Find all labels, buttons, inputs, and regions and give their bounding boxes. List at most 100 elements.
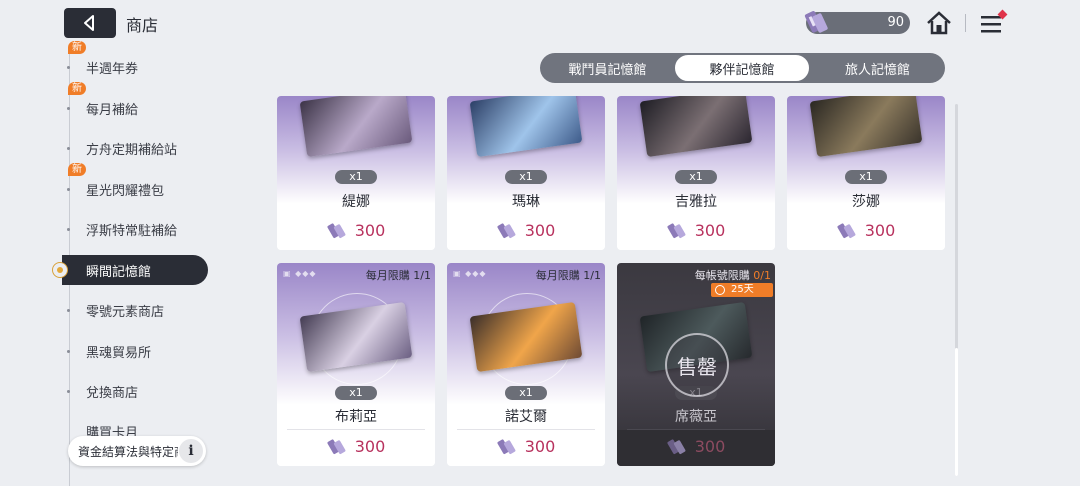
quantity-label: x1	[505, 170, 547, 184]
purchase-limit: 每月限購 1/1	[535, 269, 601, 282]
product-card[interactable]: x1 吉雅拉 300	[617, 96, 775, 250]
sidebar-item-label: 零號元素商店	[86, 305, 165, 320]
character-portrait	[469, 96, 583, 158]
purchase-limit-label: 每帳號限購	[694, 269, 754, 282]
sidebar-item-monthly-card[interactable]: 購買卡月	[56, 420, 206, 436]
sidebar-item-element-shop[interactable]: 零號元素商店	[56, 295, 206, 325]
selected-indicator-icon	[52, 262, 68, 278]
crystal-currency-icon	[837, 222, 856, 238]
sold-out-stamp: 售罄	[665, 333, 729, 397]
bullet-icon	[67, 390, 70, 393]
back-button[interactable]	[64, 8, 116, 38]
sidebar-item-memory-hall[interactable]: 瞬間記憶館	[52, 255, 208, 285]
price-value: 300	[524, 437, 556, 456]
product-card[interactable]: x1 緹娜 300	[277, 96, 435, 250]
scrollbar-thumb[interactable]	[955, 348, 958, 476]
price: 300	[447, 221, 605, 240]
crystal-currency-icon	[804, 11, 828, 33]
price-value: 300	[694, 437, 726, 456]
character-portrait	[639, 96, 753, 158]
bullet-icon	[67, 147, 70, 150]
product-name: 緹娜	[342, 194, 370, 210]
sidebar-item-ark-supply[interactable]: 方舟定期補給站	[56, 133, 206, 163]
sidebar-item-starlight-pack[interactable]: 新 星光閃耀禮包	[56, 163, 206, 204]
sidebar-item-label: 黑魂貿易所	[86, 346, 152, 361]
product-card[interactable]: x1 瑪琳 300	[447, 96, 605, 250]
crystal-currency-icon	[497, 222, 516, 238]
crystal-currency-icon	[667, 222, 686, 238]
timer-text: 25天	[731, 284, 754, 295]
sidebar-item-label: 半週年券	[86, 62, 139, 77]
character-portrait	[809, 96, 923, 158]
currency-display[interactable]: 90	[804, 11, 910, 34]
tab-fighter-memory[interactable]: 戰鬥員記憶館	[540, 53, 675, 83]
purchase-limit: 每帳號限購 0/1	[695, 267, 771, 283]
sidebar-item-label: 星光閃耀禮包	[86, 184, 165, 199]
purchase-limit: 每月限購 1/1	[365, 269, 431, 282]
card-corner-mark: ▣ ◆◆◆	[283, 269, 317, 278]
bullet-icon	[67, 66, 70, 69]
timer-badge: 25天	[711, 283, 773, 297]
new-badge: 新	[68, 82, 86, 95]
price: 300	[787, 221, 945, 240]
price: 300	[617, 437, 775, 456]
home-button[interactable]	[924, 8, 954, 38]
crystal-currency-icon	[497, 438, 516, 454]
sidebar-item-label: 浮斯特常駐補給	[86, 224, 178, 239]
price: 300	[447, 437, 605, 456]
sidebar-item-black-soul-trade[interactable]: 黑魂貿易所	[56, 336, 206, 366]
sidebar-item-label: 方舟定期補給站	[86, 143, 178, 158]
purchase-limit-count: 0/1	[753, 269, 771, 282]
clock-icon	[715, 285, 725, 295]
menu-icon	[981, 9, 1008, 33]
back-arrow-icon	[84, 15, 94, 31]
quantity-label: x1	[845, 170, 887, 184]
crystal-currency-icon	[667, 438, 686, 454]
price: 300	[277, 221, 435, 240]
home-icon	[927, 11, 951, 35]
tab-traveler-memory[interactable]: 旅人記憶館	[810, 53, 945, 83]
sidebar-item-label: 兌換商店	[86, 386, 139, 401]
product-card[interactable]: ▣ ◆◆◆ 每月限購 1/1 x1 布莉亞 300	[277, 263, 435, 466]
character-portrait	[299, 96, 413, 158]
crystal-currency-icon	[327, 222, 346, 238]
price-value: 300	[524, 221, 556, 240]
product-card[interactable]: x1 莎娜 300	[787, 96, 945, 250]
price: 300	[277, 437, 435, 456]
sidebar-item-label: 每月補給	[86, 103, 139, 118]
info-icon: i	[179, 439, 203, 463]
product-card-sold-out[interactable]: 每帳號限購 0/1 25天 x1 售罄 席薇亞 300	[617, 263, 775, 466]
product-name: 布莉亞	[335, 409, 377, 425]
sidebar-item-label: 購買卡月	[86, 426, 139, 436]
sidebar-item-half-anniversary[interactable]: 新 半週年券	[56, 41, 206, 82]
price-value: 300	[864, 221, 896, 240]
price-value: 300	[694, 221, 726, 240]
sidebar-item-monthly-supply[interactable]: 新 每月補給	[56, 82, 206, 123]
price-value: 300	[354, 221, 386, 240]
new-badge: 新	[68, 163, 86, 176]
bullet-icon	[67, 188, 70, 191]
legal-info-text: 資金結算法與特定商交易	[78, 445, 178, 459]
legal-info-button[interactable]: 資金結算法與特定商交易 i	[68, 436, 206, 466]
new-badge: 新	[68, 41, 86, 54]
bullet-icon	[67, 350, 70, 353]
currency-value: 90	[887, 15, 904, 30]
card-corner-mark: ▣ ◆◆◆	[453, 269, 487, 278]
bullet-icon	[67, 309, 70, 312]
quantity-label: x1	[675, 170, 717, 184]
product-name: 席薇亞	[675, 409, 717, 425]
price: 300	[617, 221, 775, 240]
sidebar-item-faust-supply[interactable]: 浮斯特常駐補給	[56, 214, 206, 244]
product-name: 瑪琳	[512, 194, 540, 210]
menu-button[interactable]	[978, 8, 1010, 38]
product-card[interactable]: ▣ ◆◆◆ 每月限購 1/1 x1 諾艾爾 300	[447, 263, 605, 466]
memory-hall-tabs: 戰鬥員記憶館 旅人記憶館 夥伴記憶館	[540, 53, 945, 83]
sidebar-item-exchange-shop[interactable]: 兌換商店	[56, 376, 206, 406]
quantity-label: x1	[335, 170, 377, 184]
crystal-currency-icon	[327, 438, 346, 454]
product-name: 莎娜	[852, 194, 880, 210]
bullet-icon	[67, 228, 70, 231]
bullet-icon	[67, 107, 70, 110]
product-name: 吉雅拉	[675, 194, 717, 210]
tab-partner-memory[interactable]: 夥伴記憶館	[673, 53, 811, 83]
